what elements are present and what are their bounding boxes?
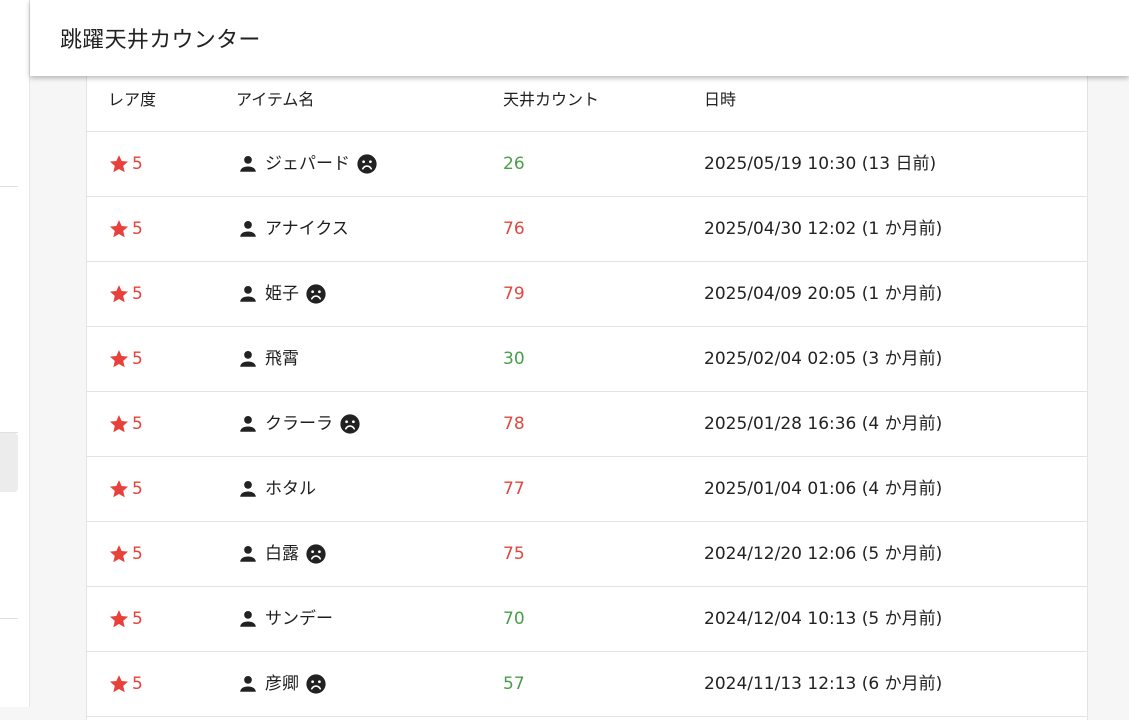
side-nav-divider: [0, 186, 18, 187]
person-icon: [240, 221, 256, 237]
pity-count: 57: [503, 674, 525, 694]
rarity-value: 5: [132, 219, 143, 239]
sad-face-icon: [306, 674, 326, 694]
sad-face-icon: [340, 414, 360, 434]
pull-datetime: 2024/11/13 12:13 (6 か月前): [704, 674, 943, 694]
item-name-cell: 姫子: [237, 282, 327, 306]
header-datetime[interactable]: 日時: [704, 86, 736, 110]
pity-count: 26: [503, 154, 525, 174]
item-name: ホタル: [265, 479, 316, 499]
side-nav: [0, 0, 30, 707]
sad-face-icon: [306, 284, 326, 304]
item-name-cell: 彦卿: [237, 672, 327, 696]
item-name: 姫子: [265, 284, 299, 304]
table-row[interactable]: 5 白露 75 2024/12/20 12:06 (5 か月前): [87, 522, 1087, 587]
person-icon: [240, 351, 256, 367]
person-icon: [240, 286, 256, 302]
table-row[interactable]: 5 姫子 79 2025/04/09 20:05 (1 か月前): [87, 262, 1087, 327]
rarity-cell: 5: [108, 217, 143, 241]
item-name: ジェパード: [265, 154, 350, 174]
item-name: アナイクス: [265, 219, 349, 239]
sad-face-icon: [306, 544, 326, 564]
person-icon: [240, 676, 256, 692]
item-name-cell: 白露: [237, 542, 327, 566]
rarity-cell: 5: [108, 152, 143, 176]
item-name-cell: サンデー: [237, 607, 333, 631]
app-bar: 跳躍天井カウンター: [30, 0, 1129, 76]
pull-datetime: 2025/04/30 12:02 (1 か月前): [704, 219, 943, 239]
item-name-cell: ホタル: [237, 477, 316, 501]
pity-count: 70: [503, 609, 525, 629]
item-name-cell: クラーラ: [237, 412, 361, 436]
header-item-name[interactable]: アイテム名: [236, 86, 314, 110]
person-icon: [240, 546, 256, 562]
table-row[interactable]: 5 飛霄 30 2025/02/04 02:05 (3 か月前): [87, 327, 1087, 392]
pity-count: 75: [503, 544, 525, 564]
item-name: 飛霄: [265, 349, 299, 369]
item-name-cell: ジェパード: [237, 152, 378, 176]
table-row[interactable]: 5 アナイクス 76 2025/04/30 12:02 (1 か月前): [87, 197, 1087, 262]
rarity-value: 5: [132, 674, 143, 694]
item-name: クラーラ: [265, 414, 333, 434]
table-row[interactable]: 5 クラーラ 78 2025/01/28 16:36 (4 か月前): [87, 392, 1087, 457]
rarity-cell: 5: [108, 672, 143, 696]
rarity-cell: 5: [108, 282, 143, 306]
table-row[interactable]: 5 彦卿 57 2024/11/13 12:13 (6 か月前): [87, 652, 1087, 717]
pity-count: 77: [503, 479, 525, 499]
rarity-value: 5: [132, 284, 143, 304]
star-icon: [109, 350, 129, 368]
header-pity-count[interactable]: 天井カウント: [503, 86, 599, 110]
star-icon: [109, 155, 129, 173]
pity-count: 30: [503, 349, 525, 369]
person-icon: [240, 416, 256, 432]
rarity-value: 5: [132, 349, 143, 369]
table-row[interactable]: 5 サンデー 70 2024/12/04 10:13 (5 か月前): [87, 587, 1087, 652]
rarity-cell: 5: [108, 412, 143, 436]
pull-datetime: 2024/12/04 10:13 (5 か月前): [704, 609, 943, 629]
item-name: 彦卿: [265, 674, 299, 694]
pull-datetime: 2025/01/28 16:36 (4 か月前): [704, 414, 943, 434]
pity-count: 76: [503, 219, 525, 239]
person-icon: [240, 611, 256, 627]
pull-datetime: 2025/05/19 10:30 (13 日前): [704, 154, 937, 174]
star-icon: [109, 610, 129, 628]
star-icon: [109, 220, 129, 238]
item-name-cell: アナイクス: [237, 217, 349, 241]
header-rarity[interactable]: レア度: [108, 86, 156, 110]
pity-count: 79: [503, 284, 525, 304]
rarity-value: 5: [132, 609, 143, 629]
side-nav-divider: [0, 618, 18, 619]
history-table: レア度 アイテム名 天井カウント 日時 5 ジェパード 26 2025/05/1…: [86, 60, 1088, 720]
rarity-value: 5: [132, 479, 143, 499]
rarity-cell: 5: [108, 477, 143, 501]
star-icon: [109, 545, 129, 563]
item-name-cell: 飛霄: [237, 347, 299, 371]
rarity-value: 5: [132, 414, 143, 434]
pity-count: 78: [503, 414, 525, 434]
table-row[interactable]: 5 ホタル 77 2025/01/04 01:06 (4 か月前): [87, 457, 1087, 522]
rarity-cell: 5: [108, 347, 143, 371]
sad-face-icon: [357, 154, 377, 174]
rarity-cell: 5: [108, 607, 143, 631]
rarity-value: 5: [132, 544, 143, 564]
rarity-cell: 5: [108, 542, 143, 566]
side-nav-item-active[interactable]: [0, 433, 18, 492]
star-icon: [109, 415, 129, 433]
star-icon: [109, 675, 129, 693]
pull-datetime: 2025/01/04 01:06 (4 か月前): [704, 479, 943, 499]
star-icon: [109, 480, 129, 498]
pull-datetime: 2025/04/09 20:05 (1 か月前): [704, 284, 943, 304]
item-name: サンデー: [265, 609, 333, 629]
pull-datetime: 2024/12/20 12:06 (5 か月前): [704, 544, 943, 564]
rarity-value: 5: [132, 154, 143, 174]
person-icon: [240, 156, 256, 172]
person-icon: [240, 481, 256, 497]
item-name: 白露: [265, 544, 299, 564]
star-icon: [109, 285, 129, 303]
pull-datetime: 2025/02/04 02:05 (3 か月前): [704, 349, 943, 369]
table-row[interactable]: 5 ジェパード 26 2025/05/19 10:30 (13 日前): [87, 132, 1087, 197]
page-title: 跳躍天井カウンター: [60, 28, 261, 53]
